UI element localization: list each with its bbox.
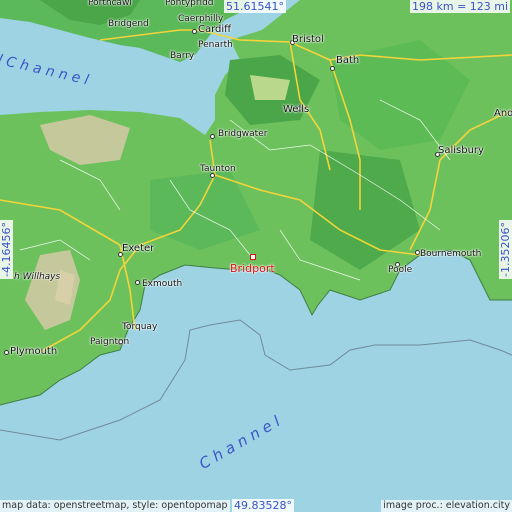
city-label-poole[interactable]: Poole (388, 265, 412, 276)
city-label-bath[interactable]: Bath (336, 55, 359, 66)
city-label-bridgwater[interactable]: Bridgwater (218, 129, 267, 140)
city-label-andover[interactable]: And (494, 108, 512, 119)
city-label-paignton[interactable]: Paignton (90, 337, 129, 348)
coord-west: -4.16456° (0, 220, 13, 279)
city-marker-plymouth[interactable] (4, 350, 9, 355)
city-label-torquay[interactable]: Torquay (122, 322, 157, 333)
city-label-wells[interactable]: Wells (283, 104, 309, 115)
city-label-barry[interactable]: Barry (170, 51, 194, 62)
city-marker-exmouth[interactable] (135, 280, 140, 285)
city-label-exmouth[interactable]: Exmouth (142, 279, 182, 290)
city-label-caerphilly[interactable]: Caerphilly (178, 14, 223, 25)
city-label-bristol[interactable]: Bristol (292, 34, 324, 45)
city-marker-bridgwater[interactable] (210, 134, 215, 139)
coord-north: 51.61541° (224, 0, 286, 13)
coord-south: 49.83528° (232, 499, 294, 512)
city-label-pontypridd[interactable]: Pontypridd (165, 0, 214, 9)
city-marker-cardiff[interactable] (192, 29, 197, 34)
city-label-exeter[interactable]: Exeter (122, 243, 154, 254)
place-marker[interactable] (250, 254, 256, 260)
city-label-penarth[interactable]: Penarth (198, 40, 233, 51)
peak-label-willhays: h Willhays (14, 272, 61, 282)
city-label-plymouth[interactable]: Plymouth (10, 346, 57, 357)
city-label-salisbury[interactable]: Salisbury (438, 145, 484, 156)
city-label-cardiff[interactable]: Cardiff (198, 24, 231, 35)
city-label-bournemouth[interactable]: Bournemouth (420, 249, 481, 260)
city-label-porthcawl[interactable]: Porthcawl (88, 0, 132, 9)
place-label-bridport[interactable]: Bridport (230, 262, 275, 275)
city-label-taunton[interactable]: Taunton (200, 164, 236, 175)
city-marker-bath[interactable] (330, 66, 335, 71)
coord-east: -1.35206° (499, 220, 512, 279)
map-view[interactable]: l C h a n n e l C h a n n e l Cardiff Br… (0, 0, 512, 512)
map-credit: map data: openstreetmap, style: opentopo… (0, 500, 230, 512)
scale-label: 198 km = 123 mi (410, 0, 511, 13)
image-credit: image proc.: elevation.city (381, 500, 512, 512)
city-label-bridgend[interactable]: Bridgend (108, 19, 149, 30)
